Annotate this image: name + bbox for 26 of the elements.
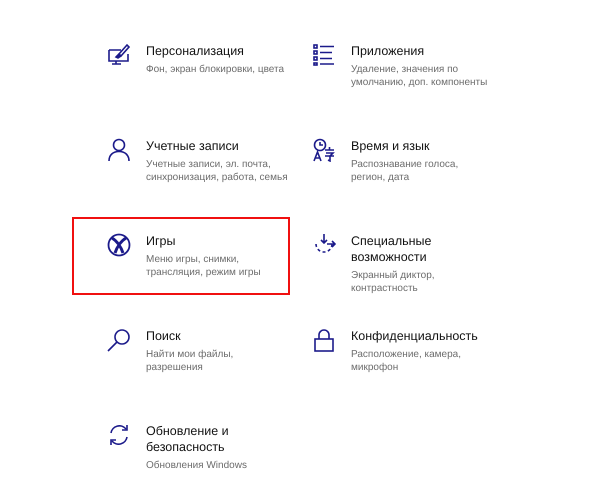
refresh-icon <box>107 423 131 447</box>
category-title[interactable]: Поиск <box>146 328 234 344</box>
category-title[interactable]: Игры <box>146 233 261 249</box>
clock-language-icon <box>312 138 336 162</box>
category-description: Расположение, камера, микрофон <box>351 348 462 374</box>
category-title[interactable]: Учетные записи <box>146 138 288 154</box>
category-title[interactable]: Приложения <box>351 43 488 59</box>
category-title[interactable]: Обновление и безопасность <box>146 423 247 455</box>
category-title[interactable]: Специальные возможности <box>351 233 435 265</box>
list-icon <box>312 43 336 67</box>
category-description: Найти мои файлы, разрешения <box>146 348 234 374</box>
category-title[interactable]: Конфиденциальность <box>351 328 478 344</box>
category-description: Меню игры, снимки, трансляция, режим игры <box>146 253 261 279</box>
lock-icon <box>312 328 336 352</box>
category-title[interactable]: Персонализация <box>146 43 284 59</box>
category-description: Удаление, значения по умолчанию, доп. компоненты <box>351 63 488 89</box>
category-description: Экранный диктор, контрастность <box>351 269 435 295</box>
monitor-brush-icon <box>107 43 131 67</box>
category-description: Учетные записи, эл. почта, синхронизация, работа, семья <box>146 158 288 184</box>
category-description: Распознавание голоса, регион, дата <box>351 158 458 184</box>
x-circle-icon <box>107 233 131 257</box>
category-description: Обновления Windows <box>146 459 247 472</box>
search-icon <box>107 328 131 352</box>
category-description: Фон, экран блокировки, цвета <box>146 63 284 76</box>
category-title[interactable]: Время и язык <box>351 138 458 154</box>
person-icon <box>107 138 131 162</box>
